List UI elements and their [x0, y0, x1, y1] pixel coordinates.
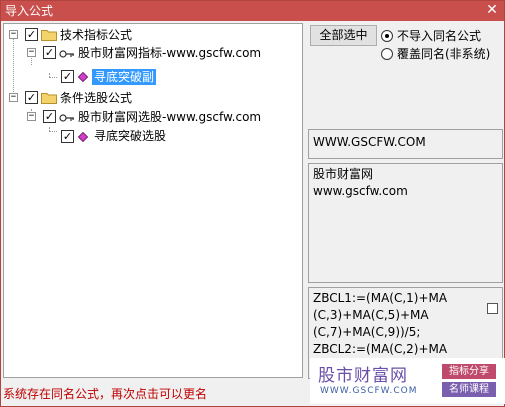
tree-checkbox[interactable]: ✓: [25, 28, 38, 41]
code-line: ZBCL1:=(MA(C,1)+MA: [313, 291, 448, 305]
tree-checkbox[interactable]: ✓: [43, 110, 56, 123]
watermark-tag: 名师课程: [442, 382, 496, 397]
tree-node-label: 技术指标公式: [60, 28, 133, 42]
watermark-tag: 指标分享: [442, 364, 496, 379]
source-url-text: WWW.GSCFW.COM: [313, 135, 426, 149]
import-formula-dialog: 导入公式 ✕ − ✓ 技术指标公式 − ✓ 股市财富网指标-www.gscfw.…: [0, 0, 505, 407]
code-line: (C,3)+MA(C,5)+MA: [313, 308, 429, 322]
title-bar: 导入公式 ✕: [1, 1, 504, 21]
formula-diamond-icon: [78, 132, 88, 142]
tree-connector: [49, 131, 57, 132]
formula-description: 股市财富网 www.gscfw.com: [308, 163, 503, 283]
collapse-icon[interactable]: −: [9, 30, 18, 39]
description-line: www.gscfw.com: [313, 184, 408, 198]
tree-connector: [13, 38, 14, 100]
formula-diamond-icon: [78, 72, 88, 82]
formula-tree: − ✓ 技术指标公式 − ✓ 股市财富网指标-www.gscfw.com ✓ 寻…: [3, 23, 303, 378]
collapse-icon[interactable]: −: [27, 112, 36, 121]
tree-checkbox[interactable]: ✓: [43, 46, 56, 59]
code-view-checkbox[interactable]: [487, 303, 498, 314]
select-all-button[interactable]: 全部选中: [310, 25, 377, 46]
tree-checkbox[interactable]: ✓: [61, 130, 74, 143]
folder-icon: [41, 93, 57, 104]
watermark-title: 股市财富网: [318, 366, 408, 386]
radio-label: 覆盖同名(非系统): [397, 47, 491, 61]
tree-node-label: 寻底突破副: [92, 69, 157, 85]
formula-source-url: WWW.GSCFW.COM: [308, 129, 503, 159]
radio-overwrite-same-name[interactable]: 覆盖同名(非系统): [381, 45, 490, 62]
radio-button[interactable]: [381, 47, 393, 60]
key-icon: [59, 50, 74, 58]
radio-label: 不导入同名公式: [397, 29, 482, 43]
tree-connector: [49, 77, 57, 78]
status-message: 系统存在同名公式，再次点击可以更名: [3, 387, 208, 401]
folder-icon: [41, 30, 57, 41]
watermark-url: WWW.GSCFW.COM: [320, 386, 418, 396]
tree-node-label: 股市财富网选股-www.gscfw.com: [78, 110, 262, 124]
radio-no-import-same-name[interactable]: 不导入同名公式: [381, 27, 481, 44]
description-line: 股市财富网: [313, 167, 374, 181]
site-watermark: 股市财富网 WWW.GSCFW.COM 指标分享 名师课程: [310, 358, 505, 404]
radio-button[interactable]: [381, 29, 393, 42]
tree-node-label: 条件选股公式: [60, 91, 133, 105]
tree-node-label: 股市财富网指标-www.gscfw.com: [78, 46, 262, 60]
code-line: ZBCL2:=(MA(C,2)+MA: [313, 342, 448, 356]
close-icon[interactable]: ✕: [484, 2, 500, 18]
collapse-icon[interactable]: −: [9, 93, 18, 102]
collapse-icon[interactable]: −: [27, 48, 36, 57]
tree-checkbox[interactable]: ✓: [25, 91, 38, 104]
code-line: (C,7)+MA(C,9))/5;: [313, 325, 421, 339]
key-icon: [59, 114, 74, 122]
tree-checkbox[interactable]: ✓: [61, 70, 74, 83]
tree-node-label: 寻底突破选股: [94, 129, 167, 143]
window-title: 导入公式: [5, 4, 54, 18]
